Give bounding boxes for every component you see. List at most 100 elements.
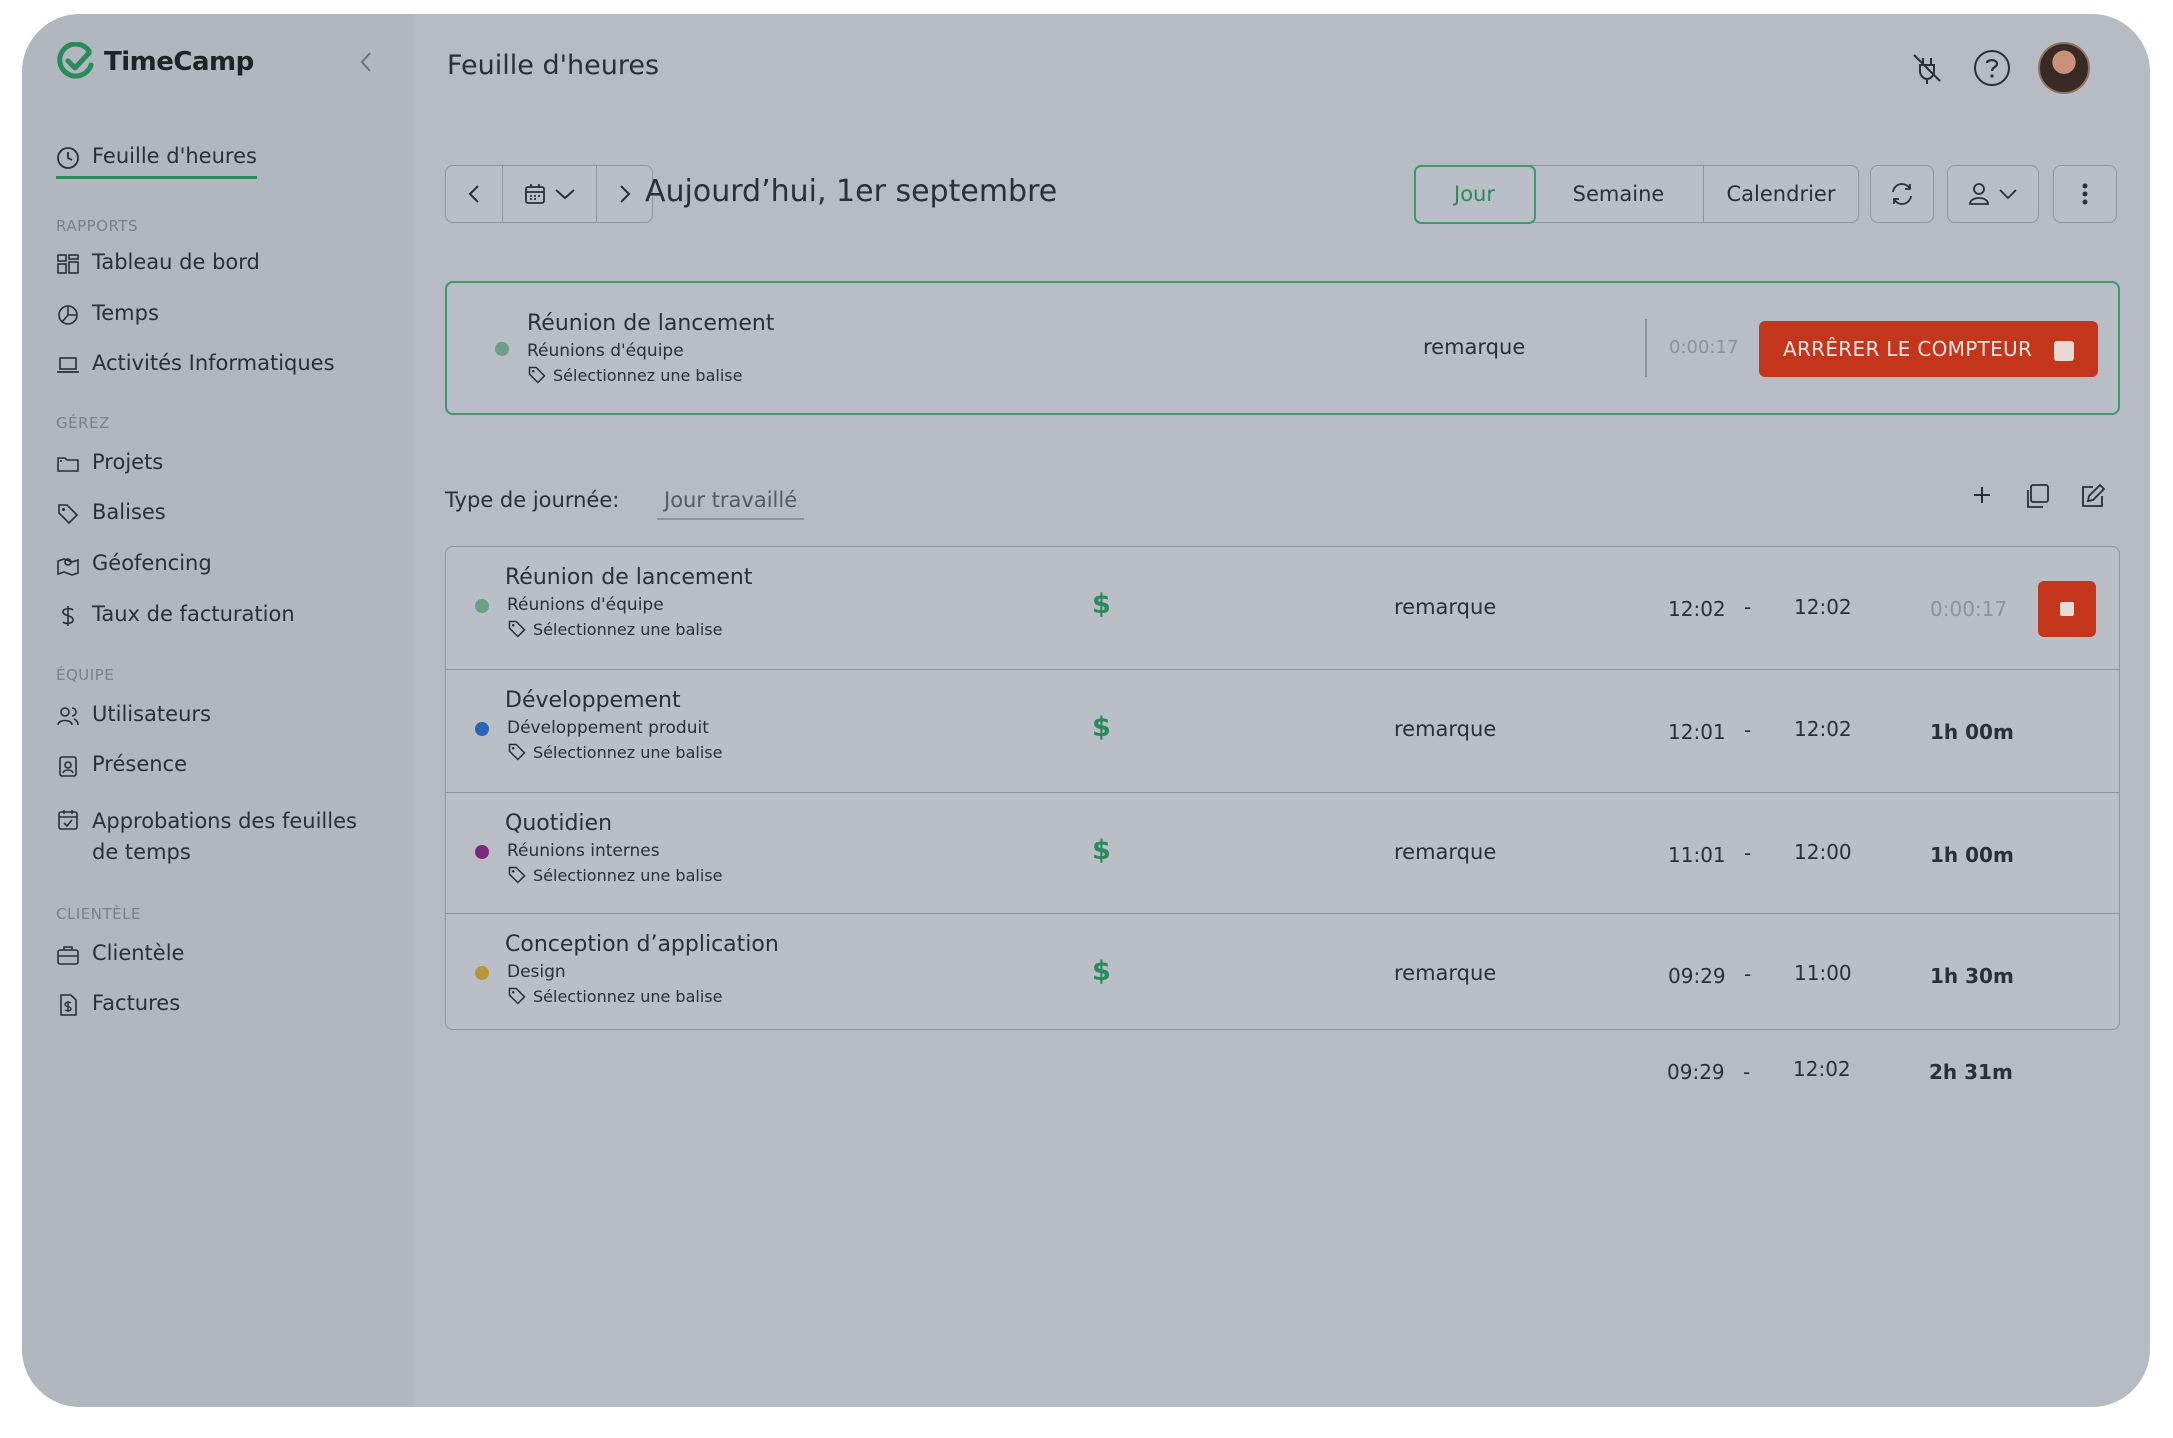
help-icon[interactable]	[1972, 48, 2012, 88]
billable-toggle[interactable]: $	[1092, 956, 1111, 987]
sidebar-item-label: Présence	[92, 752, 188, 776]
sidebar-item-computer-activities[interactable]: Activités Informatiques	[56, 351, 335, 377]
edit-icon[interactable]	[2079, 482, 2107, 510]
start-time[interactable]: 11:01	[1668, 843, 1726, 867]
entry-title[interactable]: Réunion de lancement	[505, 565, 752, 590]
sidebar-item-timesheet[interactable]: Feuille d'heures	[56, 144, 257, 179]
sidebar-item-timesheet-approvals[interactable]: Approbations des feuilles de temps	[56, 806, 386, 868]
table-row[interactable]: Réunion de lancement Réunions d'équipe S…	[446, 547, 2119, 670]
sidebar-item-dashboard[interactable]: Tableau de bord	[56, 250, 260, 276]
sidebar-item-label: Balises	[92, 500, 166, 524]
tab-calendar[interactable]: Calendrier	[1704, 166, 1858, 222]
billable-toggle[interactable]: $	[1092, 589, 1111, 620]
day-type-select[interactable]: Jour travaillé	[657, 488, 805, 520]
stop-entry-button[interactable]	[2038, 581, 2096, 637]
chevron-left-icon	[468, 185, 479, 203]
project-color-dot	[475, 845, 489, 859]
sidebar-item-label: Utilisateurs	[92, 702, 211, 726]
entry-project[interactable]: Réunions internes	[507, 841, 660, 861]
table-row[interactable]: Développement Développement produit Séle…	[446, 670, 2119, 793]
end-time[interactable]: 12:00	[1794, 840, 1852, 864]
user-select-button[interactable]	[1947, 165, 2039, 223]
project-name[interactable]: Réunions d'équipe	[527, 341, 684, 361]
tag-selector[interactable]: Sélectionnez une balise	[507, 986, 722, 1006]
sidebar-item-projects[interactable]: Projets	[56, 450, 163, 476]
entry-title[interactable]: Conception d’application	[505, 932, 779, 957]
note-field[interactable]: remarque	[1394, 840, 1496, 864]
sidebar-item-label: Temps	[92, 301, 159, 325]
note-field[interactable]: remarque	[1394, 717, 1496, 741]
more-options-button[interactable]	[2053, 165, 2117, 223]
project-color-dot	[475, 599, 489, 613]
entry-project[interactable]: Réunions d'équipe	[507, 595, 664, 615]
page-title: Feuille d'heures	[447, 50, 660, 81]
billable-toggle[interactable]: $	[1092, 712, 1111, 743]
sidebar-item-users[interactable]: Utilisateurs	[56, 702, 211, 728]
sidebar-item-label: Clientèle	[92, 941, 185, 965]
entry-title[interactable]: Quotidien	[505, 811, 612, 836]
end-time[interactable]: 12:02	[1794, 717, 1852, 741]
duration: 1h 00m	[1930, 720, 2014, 744]
end-time[interactable]: 11:00	[1794, 961, 1852, 985]
start-time[interactable]: 09:29	[1668, 964, 1726, 988]
copy-icon[interactable]	[2023, 482, 2051, 510]
stop-timer-button[interactable]: ARRÊRER LE COMPTEUR	[1759, 321, 2098, 377]
tag-icon	[58, 504, 79, 525]
total-duration: 2h 31m	[1929, 1060, 2013, 1084]
chevron-down-icon	[1999, 189, 2017, 200]
sidebar-item-time[interactable]: Temps	[56, 301, 159, 327]
kebab-menu-icon	[2082, 183, 2088, 205]
next-day-button[interactable]	[597, 166, 652, 222]
billable-toggle[interactable]: $	[1092, 835, 1111, 866]
table-row[interactable]: Quotidien Réunions internes Sélectionnez…	[446, 793, 2119, 914]
laptop-icon	[57, 357, 79, 373]
main-content: Feuille d'heures Aujourd’hui, 1er septem…	[414, 14, 2150, 1407]
task-title[interactable]: Réunion de lancement	[527, 311, 774, 336]
invoice-icon	[60, 994, 77, 1016]
section-title-clients: CLIENTÈLE	[56, 905, 141, 923]
sidebar-item-clients[interactable]: Clientèle	[56, 941, 184, 967]
elapsed-time: 0:00:17	[1669, 337, 1739, 358]
sidebar-item-label: Projets	[92, 450, 164, 474]
note-field[interactable]: remarque	[1394, 595, 1496, 619]
current-date-label: Aujourd’hui, 1er septembre	[645, 174, 1058, 209]
tag-selector[interactable]: Sélectionnez une balise	[507, 865, 722, 885]
entry-title[interactable]: Développement	[505, 688, 681, 713]
previous-day-button[interactable]	[446, 166, 503, 222]
day-type-label: Type de journée:	[445, 488, 620, 512]
total-end-time: 12:02	[1793, 1057, 1851, 1081]
duration: 1h 00m	[1930, 843, 2014, 867]
total-start-time: 09:29	[1667, 1060, 1725, 1084]
sidebar-item-tags[interactable]: Balises	[56, 500, 166, 526]
start-time[interactable]: 12:02	[1668, 597, 1726, 621]
app-name: TimeCamp	[104, 47, 254, 77]
tab-day[interactable]: Jour	[1413, 164, 1536, 224]
tag-selector[interactable]: Sélectionnez une balise	[527, 365, 742, 385]
collapse-sidebar-button[interactable]	[352, 48, 380, 76]
sync-button[interactable]	[1870, 165, 1934, 223]
avatar[interactable]	[2038, 42, 2090, 94]
add-icon[interactable]	[1969, 482, 1995, 508]
entry-project[interactable]: Design	[507, 962, 566, 982]
divider	[1645, 319, 1647, 377]
start-time[interactable]: 12:01	[1668, 720, 1726, 744]
time-separator: -	[1744, 841, 1752, 865]
table-row[interactable]: Conception d’application Design Sélectio…	[446, 914, 2119, 1031]
tag-selector[interactable]: Sélectionnez une balise	[507, 619, 722, 639]
plugin-off-icon[interactable]	[1908, 49, 1946, 87]
date-picker-button[interactable]	[503, 166, 597, 222]
entry-project[interactable]: Développement produit	[507, 718, 709, 738]
sidebar-item-geofencing[interactable]: Géofencing	[56, 551, 212, 577]
tag-icon	[528, 366, 546, 384]
section-title-manage: GÉREZ	[56, 414, 110, 432]
logo[interactable]: TimeCamp	[56, 42, 254, 82]
sidebar-item-attendance[interactable]: Présence	[56, 752, 187, 778]
app-window: TimeCamp Feuille d'heures RAPPORTS Table…	[22, 14, 2150, 1407]
tag-selector[interactable]: Sélectionnez une balise	[507, 742, 722, 762]
tab-week[interactable]: Semaine	[1534, 166, 1704, 222]
sidebar-item-invoices[interactable]: Factures	[56, 991, 180, 1017]
sidebar-item-billing-rates[interactable]: Taux de facturation	[56, 602, 295, 628]
note-field[interactable]: remarque	[1423, 335, 1525, 359]
end-time[interactable]: 12:02	[1794, 595, 1852, 619]
note-field[interactable]: remarque	[1394, 961, 1496, 985]
